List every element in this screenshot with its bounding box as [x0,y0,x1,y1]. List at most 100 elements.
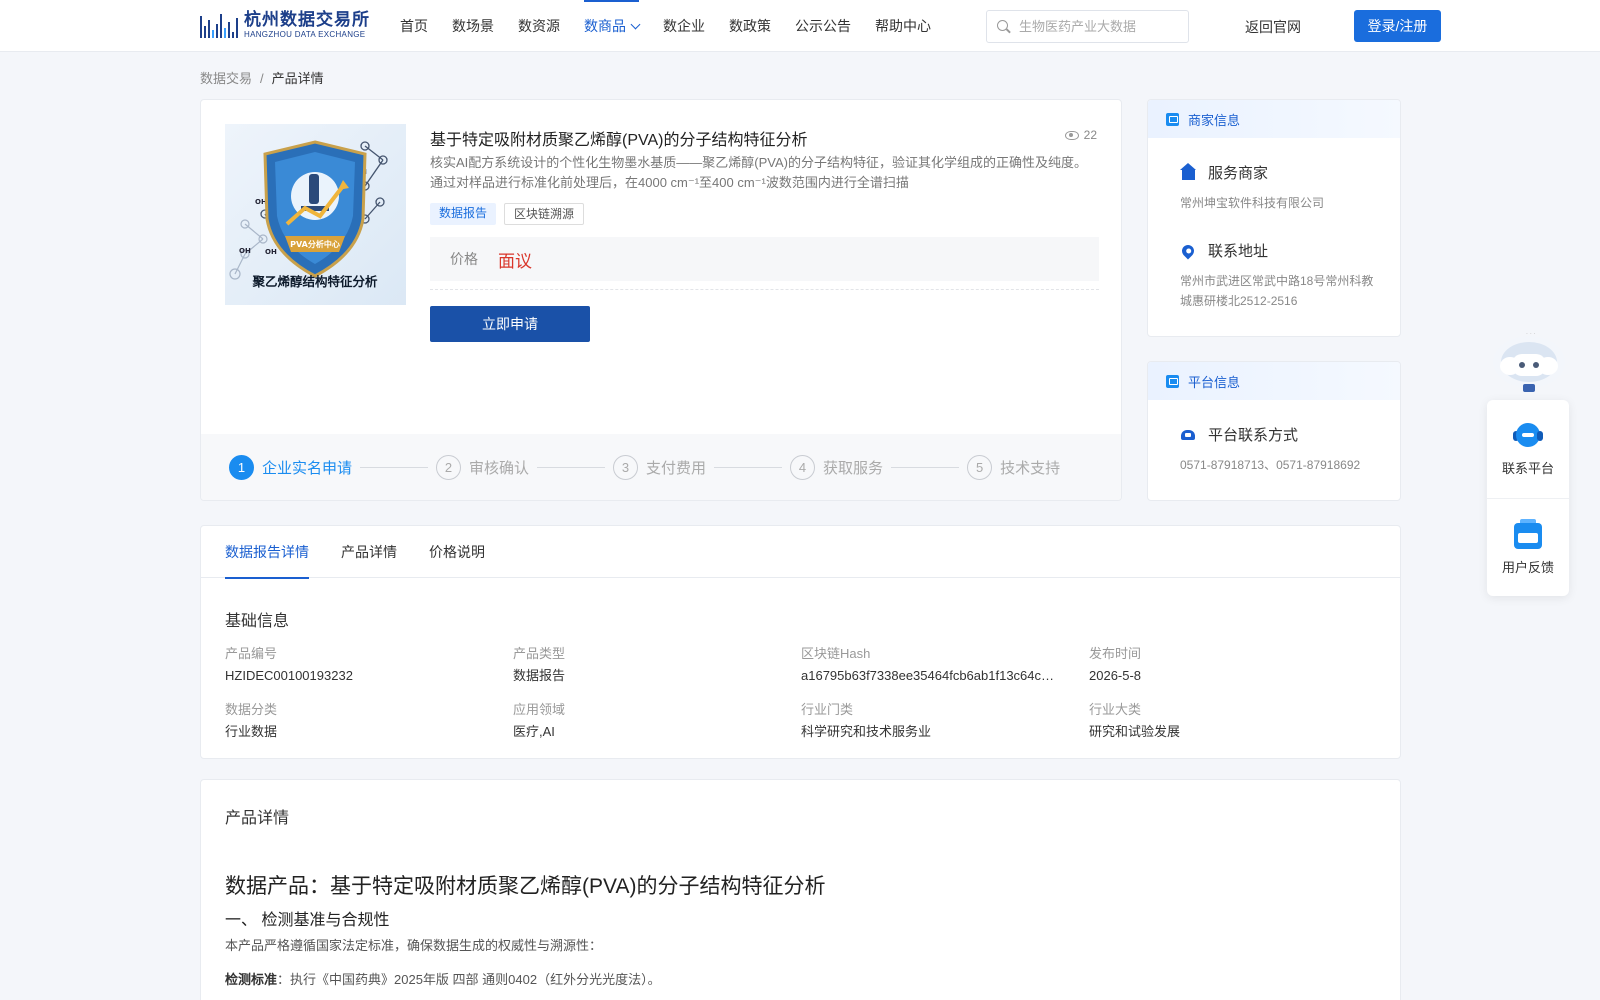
field-key: 产品编号 [225,646,278,661]
field-key: 产品类型 [513,646,566,661]
step-number: 4 [790,454,816,480]
field-application-domain: 应用领域医疗,AI [513,701,801,741]
main-nav: 首页 数场景 数资源 数商品 数企业 数政策 公示公告 帮助中心 [400,0,955,52]
platform-contact-title: 平台联系方式 [1208,427,1299,444]
headset-icon [1513,422,1543,450]
back-to-official-link[interactable]: 返回官网 [1245,17,1301,37]
product-tags: 数据报告 区块链溯源 [430,203,585,225]
field-value: 研究和试验发展 [1089,724,1181,739]
nav-item-enterprises[interactable]: 数企业 [663,0,705,52]
breadcrumb-current: 产品详情 [271,71,324,86]
breadcrumb-separator: / [260,71,264,86]
detail-standard-item: 检测标准：执行《中国药典》2025年版 四部 通则0402（红外分光光度法）。 [225,969,661,988]
contact-platform-button[interactable]: 联系平台 [1487,400,1569,498]
monitor-icon [1166,374,1179,388]
feedback-mail-icon [1514,519,1542,549]
merchant-info-title: 商家信息 [1188,112,1241,128]
nav-item-policies[interactable]: 数政策 [729,0,771,52]
field-value: 科学研究和技术服务业 [801,724,932,739]
login-register-button[interactable]: 登录/注册 [1354,10,1441,42]
svg-text:OH: OH [239,247,251,255]
home-icon [1179,163,1196,180]
price-box: 价格 面议 [430,237,1099,281]
step-label: 审核确认 [469,459,530,477]
product-image-badge: PVA分析中心 [290,239,340,249]
product-detail-card: 产品详情 数据产品：基于特定吸附材质聚乙烯醇(PVA)的分子结构特征分析 一、 … [200,779,1401,1000]
location-pin-icon [1179,242,1197,259]
nav-item-scenes[interactable]: 数场景 [452,0,494,52]
site-logo[interactable]: 杭州数据交易所 HANGZHOU DATA EXCHANGE [200,10,370,40]
divider [430,289,1099,290]
platform-info-header: 平台信息 [1148,362,1400,400]
nav-item-resources[interactable]: 数资源 [518,0,560,52]
basic-info-title: 基础信息 [225,613,290,630]
user-feedback-label: 用户反馈 [1501,560,1554,575]
field-product-id: 产品编号 HZIDEC00100193232 [225,645,513,685]
user-feedback-button[interactable]: 用户反馈 [1487,498,1569,596]
platform-contact-row: 平台联系方式 [1180,424,1390,445]
product-detail-title: 产品详情 [225,810,290,827]
service-merchant-row: 服务商家 [1179,162,1380,183]
process-steps: 1 企业实名申请 2 审核确认 3 支付费用 4 获取服务 5 技术支持 [201,434,1121,500]
phone-icon [1181,429,1195,440]
step-2: 2 审核确认 [436,454,530,480]
tab-price-description[interactable]: 价格说明 [429,526,485,578]
tag-blockchain: 区块链溯源 [504,203,585,225]
nav-item-help[interactable]: 帮助中心 [875,0,931,52]
nav-item-announcements[interactable]: 公示公告 [795,0,851,52]
platform-info-card: 平台信息 平台联系方式 0571-87918713、0571-87918692 [1147,361,1401,501]
platform-contact-value: 0571-87918713、0571-87918692 [1180,458,1361,472]
field-blockchain-hash: 区块链Hash a16795b63f7338ee35464fcb6ab1f13c6… [801,645,1089,685]
top-header: 杭州数据交易所 HANGZHOU DATA EXCHANGE 首页 数场景 数资… [0,0,1600,52]
eye-icon [1064,130,1079,140]
price-value: 面议 [498,251,532,271]
step-number: 3 [613,454,639,480]
service-merchant-title: 服务商家 [1208,165,1269,182]
field-value: 医疗,AI [513,724,555,739]
product-summary-card: OHOHOHOHOH PVA分析中心 聚乙烯醇结构特征分析 基于特定吸附材质聚乙… [200,99,1122,501]
field-publish-time: 发布时间 2026-5-8 [1089,645,1379,685]
tab-data-report-detail[interactable]: 数据报告详情 [225,526,309,579]
field-value: a16795b63f7338ee35464fcb6ab1f13c64c… [801,668,1055,683]
merchant-info-header: 商家信息 [1148,100,1400,138]
view-count-value: 22 [1083,128,1097,142]
step-1: 1 企业实名申请 [229,454,353,480]
logo-subtitle: HANGZHOU DATA EXCHANGE [244,30,366,39]
assistant-robot-icon[interactable]: · · · [1490,326,1568,404]
step-connector [360,466,429,468]
apply-now-button[interactable]: 立即申请 [430,306,590,342]
step-label: 支付费用 [646,459,707,477]
nav-item-products[interactable]: 数商品 [584,0,641,52]
field-industry-sector: 行业门类科学研究和技术服务业 [801,701,1089,741]
step-number: 2 [436,454,462,480]
product-image-caption: 聚乙烯醇结构特征分析 [251,274,378,289]
step-label: 技术支持 [1000,459,1061,477]
product-illustration: OHOHOHOHOH PVA分析中心 聚乙烯醇结构特征分析 [229,140,388,289]
breadcrumb-root[interactable]: 数据交易 [200,71,252,86]
info-icon [1166,112,1179,126]
search-icon[interactable] [997,19,1011,34]
field-key: 区块链Hash [801,646,871,661]
step-label: 企业实名申请 [262,459,353,477]
price-label: 价格 [450,251,478,267]
service-merchant-value: 常州坤宝软件科技有限公司 [1180,196,1325,210]
field-key: 行业门类 [801,702,854,717]
field-data-category: 数据分类 行业数据 [225,701,513,741]
step-3: 3 支付费用 [613,454,707,480]
detail-subheading: 一、 检测基准与合规性 [225,912,390,929]
field-value: 行业数据 [225,724,278,739]
field-key: 应用领域 [513,702,566,717]
step-number: 1 [229,454,254,480]
field-industry-major: 行业大类 研究和试验发展 [1089,701,1379,741]
field-value: 数据报告 [513,668,566,683]
step-connector [537,466,606,468]
address-value: 常州市武进区常武中路18号常州科教城惠研楼北2512-2516 [1180,274,1374,308]
step-connector [714,466,783,468]
product-title: 基于特定吸附材质聚乙烯醇(PVA)的分子结构特征分析 [430,132,808,149]
search-input[interactable] [1019,19,1179,34]
address-title: 联系地址 [1208,243,1269,260]
field-value: 2026-5-8 [1089,668,1142,683]
nav-item-home[interactable]: 首页 [400,0,428,52]
chevron-down-icon [630,19,641,30]
tab-product-detail[interactable]: 产品详情 [341,526,397,578]
